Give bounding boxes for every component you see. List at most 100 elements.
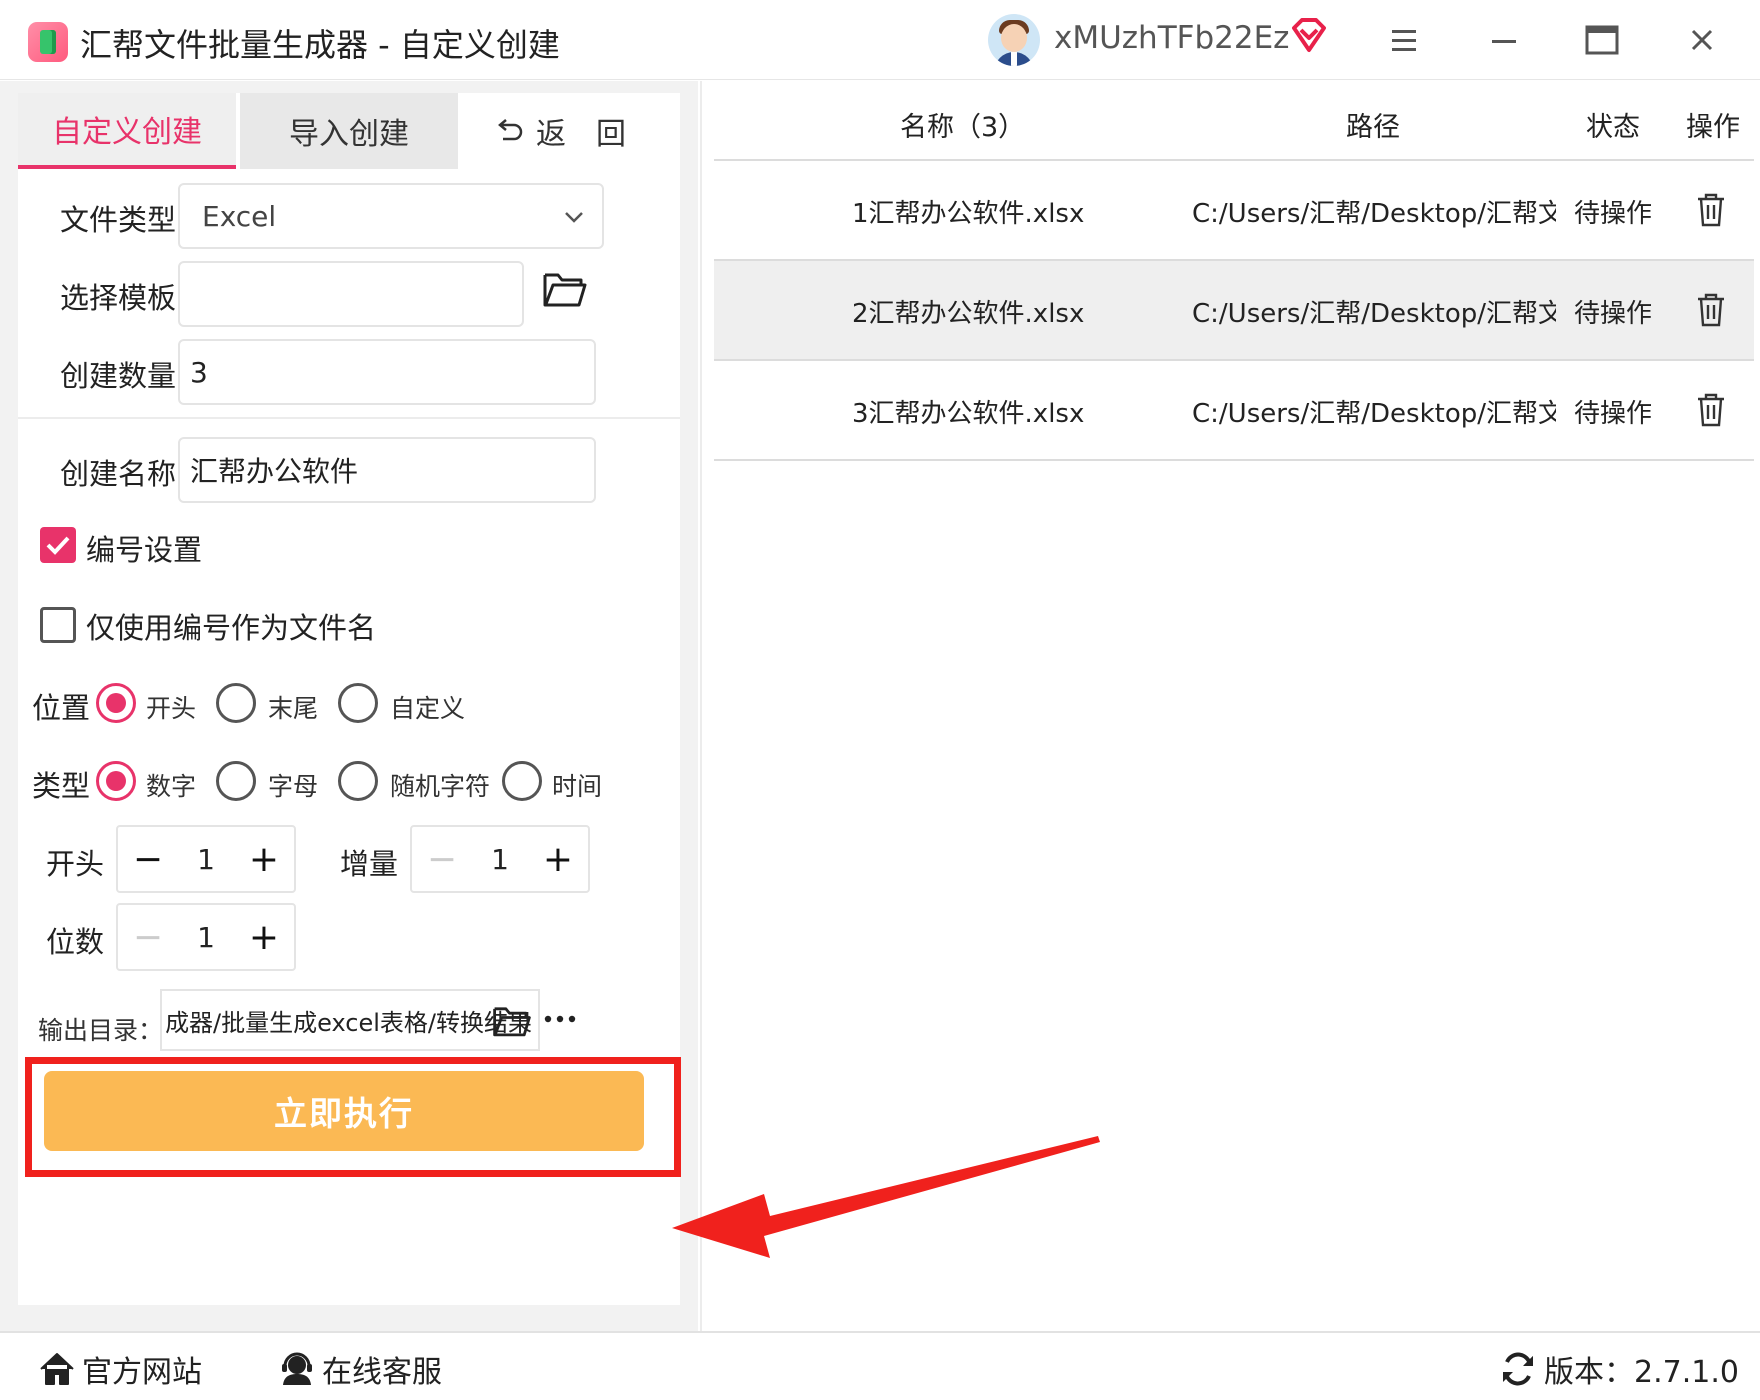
status-bar: 官方网站 在线客服 版本：2.7.1.0	[0, 1331, 1760, 1400]
file-list-panel: 名称（3） 路径 状态 操作 1汇帮办公软件.xlsx C:/Users/汇帮/…	[700, 81, 1760, 1331]
trash-icon[interactable]	[1694, 391, 1728, 429]
file-type-value: Excel	[202, 199, 277, 233]
output-label: 输出目录：	[38, 1016, 164, 1045]
username[interactable]: xMUzhTFb22Ez	[1054, 20, 1289, 56]
version-label: 版本：2.7.1.0	[1544, 1355, 1739, 1390]
radio-type-random-label: 随机字符	[390, 772, 491, 801]
more-options-icon[interactable]	[540, 999, 580, 1039]
back-arrow-icon	[498, 119, 523, 141]
template-input[interactable]	[178, 261, 524, 327]
digits-value[interactable]: 1	[178, 905, 234, 969]
row-file-name: 1汇帮办公软件.xlsx	[852, 199, 1085, 229]
row-file-path: C:/Users/汇帮/Desktop/汇帮文件	[1192, 399, 1556, 429]
tab-custom-create[interactable]: 自定义创建	[18, 93, 236, 169]
row-status: 待操作	[1574, 199, 1653, 229]
output-path-value: 成器/批量生成excel表格/转换结果	[165, 1008, 532, 1037]
radio-type-number-label: 数字	[146, 772, 197, 801]
row-file-name: 3汇帮办公软件.xlsx	[852, 399, 1085, 429]
settings-form: 自定义创建 导入创建 返 回 文件类型 Excel 选择模板 创建数量 3 创建…	[18, 93, 681, 1305]
row-file-path: C:/Users/汇帮/Desktop/汇帮文件	[1192, 299, 1556, 329]
numbering-checkbox[interactable]	[40, 527, 76, 563]
column-name-header: 名称（3）	[900, 112, 1026, 143]
official-website-link[interactable]: 官方网站	[38, 1347, 202, 1391]
digits-increment-button[interactable]: +	[234, 905, 294, 969]
version-info[interactable]: 版本：2.7.1.0	[1500, 1347, 1739, 1391]
back-label: 返 回	[536, 117, 626, 152]
start-stepper: − 1 +	[116, 825, 296, 893]
minimize-icon[interactable]	[1478, 14, 1530, 66]
start-increment-button[interactable]: +	[234, 827, 294, 891]
radio-type-time-label: 时间	[552, 772, 603, 801]
increment-decrement-button[interactable]: −	[412, 827, 472, 891]
trash-icon[interactable]	[1694, 291, 1728, 329]
online-support-link[interactable]: 在线客服	[278, 1347, 442, 1391]
column-path-header: 路径	[1346, 112, 1400, 143]
type-label: 类型	[32, 769, 91, 803]
radio-type-time[interactable]	[502, 761, 542, 801]
start-label: 开头	[46, 847, 105, 881]
table-row[interactable]: 3汇帮办公软件.xlsx C:/Users/汇帮/Desktop/汇帮文件 待操…	[714, 361, 1754, 461]
file-type-label: 文件类型	[60, 203, 177, 237]
digits-label: 位数	[46, 925, 105, 959]
radio-type-letter-label: 字母	[268, 772, 319, 801]
title-bar: 汇帮文件批量生成器 - 自定义创建 xMUzhTFb22Ez	[0, 0, 1760, 80]
left-panel: 自定义创建 导入创建 返 回 文件类型 Excel 选择模板 创建数量 3 创建…	[0, 81, 698, 1331]
online-support-label: 在线客服	[322, 1355, 442, 1390]
menu-icon[interactable]	[1378, 14, 1430, 66]
increment-increment-button[interactable]: +	[528, 827, 588, 891]
output-folder-icon[interactable]	[492, 1003, 532, 1039]
back-button[interactable]: 返 回	[468, 93, 678, 169]
digits-decrement-button[interactable]: −	[118, 905, 178, 969]
checkmark-icon	[46, 536, 70, 555]
headset-icon	[282, 1352, 312, 1385]
start-decrement-button[interactable]: −	[118, 827, 178, 891]
increment-stepper: − 1 +	[410, 825, 590, 893]
increment-value[interactable]: 1	[472, 827, 528, 891]
radio-position-end-label: 末尾	[268, 694, 319, 723]
template-folder-icon[interactable]	[542, 269, 588, 309]
window-title: 汇帮文件批量生成器 - 自定义创建	[80, 26, 560, 64]
close-icon[interactable]	[1676, 14, 1728, 66]
only-number-label: 仅使用编号作为文件名	[86, 611, 377, 645]
position-label: 位置	[32, 691, 91, 725]
divider	[18, 417, 680, 419]
trash-icon[interactable]	[1694, 191, 1728, 229]
chevron-down-icon	[565, 212, 583, 223]
column-status-header: 状态	[1586, 112, 1640, 143]
count-input[interactable]: 3	[178, 339, 596, 405]
home-icon	[40, 1353, 74, 1385]
table-row[interactable]: 1汇帮办公软件.xlsx C:/Users/汇帮/Desktop/汇帮文件 待操…	[714, 161, 1754, 261]
name-input[interactable]: 汇帮办公软件	[178, 437, 596, 503]
increment-label: 增量	[340, 847, 399, 881]
maximize-icon[interactable]	[1576, 14, 1628, 66]
radio-type-number[interactable]	[96, 761, 136, 801]
radio-position-start[interactable]	[96, 683, 136, 723]
radio-type-random[interactable]	[338, 761, 378, 801]
vip-diamond-icon[interactable]	[1290, 16, 1328, 54]
execute-button[interactable]: 立即执行	[44, 1071, 644, 1151]
only-number-checkbox[interactable]	[40, 607, 76, 643]
numbering-label: 编号设置	[86, 533, 203, 567]
radio-position-end[interactable]	[216, 683, 256, 723]
row-status: 待操作	[1574, 399, 1653, 429]
file-type-select[interactable]: Excel	[178, 183, 604, 249]
radio-position-custom[interactable]	[338, 683, 378, 723]
count-label: 创建数量	[60, 359, 177, 393]
template-label: 选择模板	[60, 281, 177, 315]
radio-position-custom-label: 自定义	[390, 694, 466, 723]
column-action-header: 操作	[1686, 112, 1740, 143]
output-path-input[interactable]: 成器/批量生成excel表格/转换结果	[160, 989, 540, 1051]
row-status: 待操作	[1574, 299, 1653, 329]
user-avatar[interactable]	[988, 14, 1040, 66]
radio-type-letter[interactable]	[216, 761, 256, 801]
refresh-icon	[1503, 1352, 1533, 1386]
official-website-label: 官方网站	[82, 1355, 202, 1390]
table-row[interactable]: 2汇帮办公软件.xlsx C:/Users/汇帮/Desktop/汇帮文件 待操…	[714, 261, 1754, 361]
digits-stepper: − 1 +	[116, 903, 296, 971]
app-logo-icon	[28, 22, 68, 62]
start-value[interactable]: 1	[178, 827, 234, 891]
radio-position-start-label: 开头	[146, 694, 197, 723]
tab-import-create[interactable]: 导入创建	[240, 93, 458, 169]
name-label: 创建名称	[60, 457, 177, 491]
row-file-path: C:/Users/汇帮/Desktop/汇帮文件	[1192, 199, 1556, 229]
